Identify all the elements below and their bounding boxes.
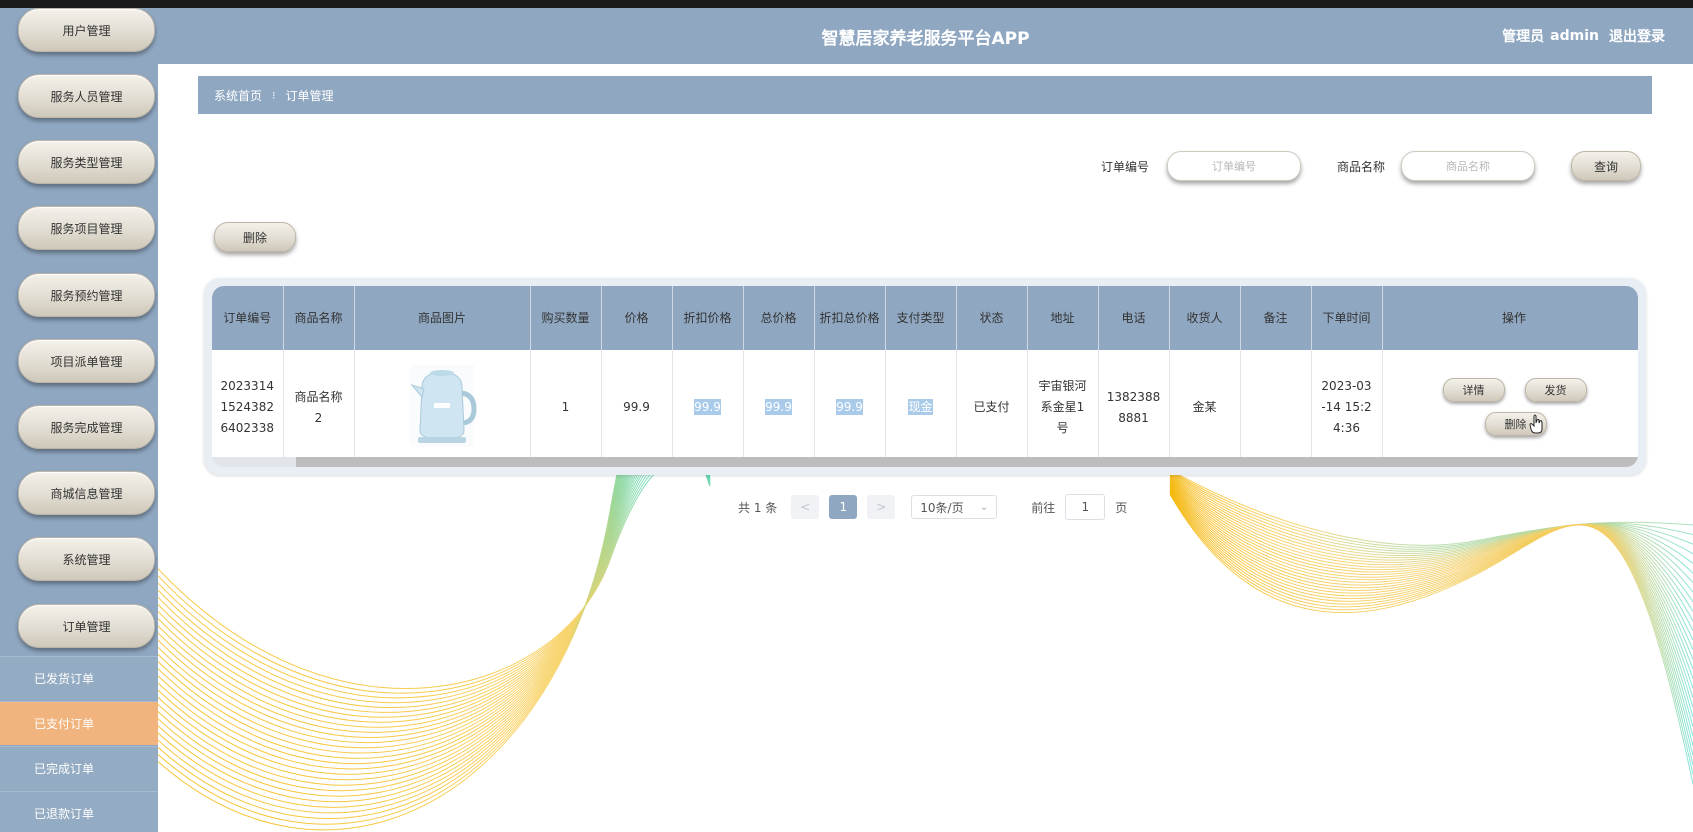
product-name-label: 商品名称 bbox=[1336, 159, 1385, 174]
query-button[interactable]: 查询 bbox=[1571, 151, 1641, 181]
goto-label: 前往 bbox=[1031, 500, 1056, 515]
col-header-receiver: 收货人 bbox=[1169, 286, 1241, 350]
pagination-prev-button[interactable]: < bbox=[791, 495, 820, 519]
col-header-status: 状态 bbox=[956, 286, 1028, 350]
sidebar-sub-shipped-orders[interactable]: 已发货订单 bbox=[0, 656, 158, 700]
pagination: 共 1 条 < 1 > 10条/页 ⌄ 前往 1 页 bbox=[738, 494, 1127, 520]
app-title: 智慧居家养老服务平台APP bbox=[821, 28, 1030, 49]
col-header-order-no: 订单编号 bbox=[212, 286, 284, 350]
top-header: 智慧居家养老服务平台APP 管理员 admin 退出登录 bbox=[158, 8, 1693, 64]
pagination-page-1[interactable]: 1 bbox=[829, 495, 858, 519]
order-table-container: 订单编号 商品名称 商品图片 购买数量 价格 折扣价格 总价格 折扣总价格 支付… bbox=[204, 278, 1646, 475]
cell-price: 99.9 bbox=[601, 350, 673, 465]
sidebar-item-booking-management[interactable]: 服务预约管理 bbox=[18, 273, 155, 317]
order-table-inner: 订单编号 商品名称 商品图片 购买数量 价格 折扣价格 总价格 折扣总价格 支付… bbox=[212, 286, 1638, 467]
product-name-input[interactable] bbox=[1401, 151, 1535, 181]
payment-type-value: 现金 bbox=[908, 399, 933, 415]
window-top-edge bbox=[0, 0, 1693, 8]
order-no-input[interactable] bbox=[1166, 151, 1301, 181]
cell-phone: 1382388 8881 bbox=[1098, 350, 1170, 465]
cell-order-no: 2023314 1524382 6402338 bbox=[212, 350, 284, 465]
sidebar: 用户管理 服务人员管理 服务类型管理 服务项目管理 服务预约管理 项目派单管理 … bbox=[0, 0, 158, 832]
order-no-label: 订单编号 bbox=[1100, 159, 1149, 174]
cell-quantity: 1 bbox=[530, 350, 602, 465]
cell-receiver: 金某 bbox=[1169, 350, 1241, 465]
scrollbar-thumb[interactable] bbox=[296, 457, 1638, 467]
cell-status: 已支付 bbox=[956, 350, 1028, 465]
col-header-discount-price: 折扣价格 bbox=[672, 286, 744, 350]
sidebar-sub-completed-orders[interactable]: 已完成订单 bbox=[0, 746, 158, 790]
col-header-product-name: 商品名称 bbox=[283, 286, 355, 350]
sidebar-item-completion-management[interactable]: 服务完成管理 bbox=[18, 405, 155, 449]
kettle-product-image bbox=[410, 365, 477, 447]
breadcrumb-current: 订单管理 bbox=[285, 88, 334, 103]
chevron-down-icon: ⌄ bbox=[979, 501, 989, 513]
col-header-price: 价格 bbox=[601, 286, 673, 350]
search-bar: 订单编号 商品名称 查询 bbox=[1101, 150, 1641, 182]
cell-address: 宇宙银河 系金星1 号 bbox=[1027, 350, 1099, 465]
table-horizontal-scrollbar[interactable] bbox=[212, 457, 1638, 467]
cell-remark bbox=[1240, 350, 1312, 465]
user-area: 管理员 admin 退出登录 bbox=[1502, 8, 1665, 64]
col-header-product-image: 商品图片 bbox=[354, 286, 531, 350]
sidebar-item-service-project-management[interactable]: 服务项目管理 bbox=[18, 206, 155, 250]
col-header-discount-total: 折扣总价格 bbox=[814, 286, 886, 350]
col-header-phone: 电话 bbox=[1098, 286, 1170, 350]
bulk-delete-button[interactable]: 删除 bbox=[214, 222, 296, 252]
table-row: 2023314 1524382 6402338 商品名称 2 1 99.9 99… bbox=[212, 350, 1638, 465]
breadcrumb: 系统首页 ⁝ 订单管理 bbox=[198, 76, 1652, 114]
page-suffix: 页 bbox=[1115, 500, 1128, 515]
col-header-total-price: 总价格 bbox=[743, 286, 815, 350]
page-size-select[interactable]: 10条/页 ⌄ bbox=[911, 495, 998, 519]
sidebar-item-staff-management[interactable]: 服务人员管理 bbox=[18, 74, 155, 118]
goto-page-input[interactable]: 1 bbox=[1065, 494, 1106, 520]
detail-button[interactable]: 详情 bbox=[1442, 378, 1505, 402]
col-header-quantity: 购买数量 bbox=[530, 286, 602, 350]
table-header-row: 订单编号 商品名称 商品图片 购买数量 价格 折扣价格 总价格 折扣总价格 支付… bbox=[212, 286, 1638, 350]
cell-payment-type: 现金 bbox=[885, 350, 957, 465]
breadcrumb-home[interactable]: 系统首页 bbox=[214, 87, 262, 104]
order-table: 订单编号 商品名称 商品图片 购买数量 价格 折扣价格 总价格 折扣总价格 支付… bbox=[212, 286, 1638, 465]
cell-discount-total: 99.9 bbox=[814, 350, 886, 465]
sidebar-item-order-management[interactable]: 订单管理 bbox=[18, 604, 155, 648]
col-header-order-time: 下单时间 bbox=[1311, 286, 1383, 350]
sidebar-item-system-management[interactable]: 系统管理 bbox=[18, 537, 155, 581]
discount-total-value: 99.9 bbox=[836, 399, 863, 415]
sidebar-item-mall-management[interactable]: 商城信息管理 bbox=[18, 471, 155, 515]
page-size-value: 10条/页 bbox=[920, 500, 964, 515]
col-header-address: 地址 bbox=[1027, 286, 1099, 350]
cell-actions: 详情 发货 删除 bbox=[1382, 350, 1638, 465]
cell-total-price: 99.9 bbox=[743, 350, 815, 465]
username: admin bbox=[1550, 28, 1599, 44]
breadcrumb-separator: ⁝ bbox=[272, 88, 276, 102]
cell-order-time: 2023-03 -14 15:2 4:36 bbox=[1311, 350, 1383, 465]
cell-product-name: 商品名称 2 bbox=[283, 350, 355, 465]
logout-link[interactable]: 退出登录 bbox=[1609, 26, 1665, 46]
discount-price-value: 99.9 bbox=[694, 399, 721, 415]
cell-product-image bbox=[354, 350, 531, 465]
col-header-actions: 操作 bbox=[1382, 286, 1638, 350]
sidebar-item-dispatch-management[interactable]: 项目派单管理 bbox=[18, 339, 155, 383]
user-role: 管理员 bbox=[1502, 29, 1545, 45]
cell-discount-price: 99.9 bbox=[672, 350, 744, 465]
sidebar-item-user-management[interactable]: 用户管理 bbox=[18, 8, 155, 52]
pagination-total: 共 1 条 bbox=[738, 500, 778, 515]
col-header-payment-type: 支付类型 bbox=[885, 286, 957, 350]
col-header-remark: 备注 bbox=[1240, 286, 1312, 350]
sidebar-item-service-type-management[interactable]: 服务类型管理 bbox=[18, 140, 155, 184]
pagination-next-button[interactable]: > bbox=[867, 495, 896, 519]
sidebar-sub-refunded-orders[interactable]: 已退款订单 bbox=[0, 791, 158, 832]
ship-button[interactable]: 发货 bbox=[1524, 378, 1587, 402]
sidebar-sub-paid-orders[interactable]: 已支付订单 bbox=[0, 701, 158, 745]
cursor-hand-icon bbox=[1528, 414, 1542, 434]
total-price-value: 99.9 bbox=[765, 399, 792, 415]
